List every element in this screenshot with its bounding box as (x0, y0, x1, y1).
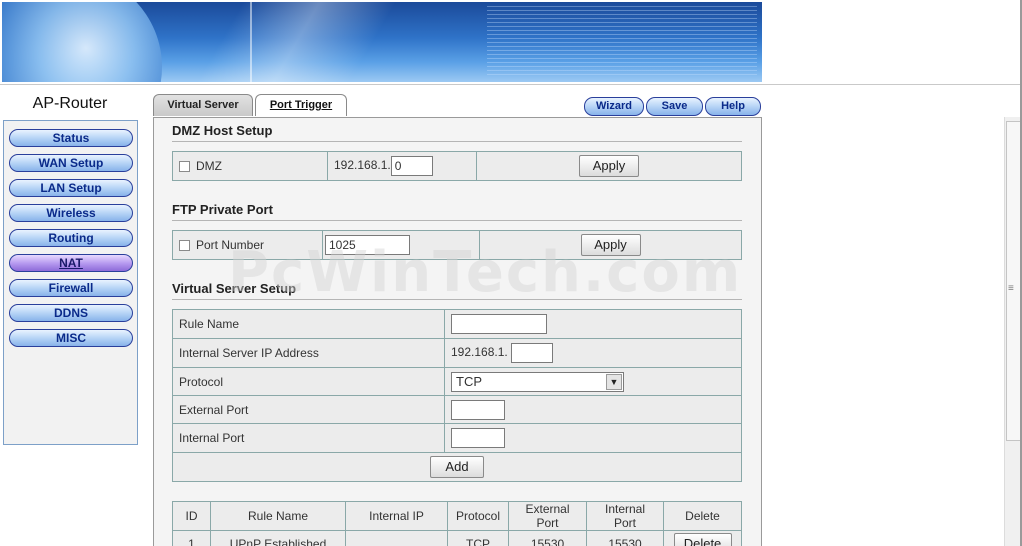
nav-ddns-button[interactable]: DDNS (9, 304, 133, 322)
vs-section-title: Virtual Server Setup (172, 281, 297, 296)
add-cell: Add (172, 452, 742, 482)
row-external-port: 15530 (508, 530, 587, 546)
col-header-protocol: Protocol (447, 501, 509, 531)
internal-ip-label: Internal Server IP Address (172, 338, 445, 368)
protocol-label: Protocol (172, 367, 445, 396)
brand-title: AP-Router (32, 95, 108, 112)
save-button[interactable]: Save (646, 97, 703, 116)
dmz-section-title: DMZ Host Setup (172, 123, 273, 138)
ftp-apply-button[interactable]: Apply (580, 234, 641, 256)
row-internal-port: 15530 (586, 530, 664, 546)
vs-section-rule (172, 299, 742, 300)
table-row: 1 UPnP Established TCP 15530 15530 Delet… (172, 530, 742, 546)
ftp-table: Port Number 1025 Apply (172, 230, 742, 260)
vs-form-table: Rule Name Internal Server IP Address 192… (172, 309, 742, 482)
external-port-cell (444, 395, 742, 424)
col-header-rule-name: Rule Name (210, 501, 346, 531)
row-internal-ip (345, 530, 448, 546)
ftp-checkbox-label: Port Number (196, 238, 265, 252)
chevron-down-icon: ▼ (606, 373, 622, 390)
rule-name-input[interactable] (451, 314, 547, 334)
nav-routing-button[interactable]: Routing (9, 229, 133, 247)
row-protocol: TCP (447, 530, 509, 546)
ftp-apply-cell: Apply (479, 230, 742, 260)
ftp-checkbox-cell: Port Number (172, 230, 323, 260)
col-header-internal-ip: Internal IP (345, 501, 448, 531)
external-port-label: External Port (172, 395, 445, 424)
scrollbar-thumb[interactable] (1006, 121, 1021, 441)
dmz-checkbox[interactable] (179, 161, 190, 173)
col-header-id: ID (172, 501, 211, 531)
row-id: 1 (172, 530, 211, 546)
banner-separator (0, 84, 1022, 85)
protocol-select-value: TCP (456, 373, 482, 389)
col-header-delete: Delete (663, 501, 742, 531)
internal-port-label: Internal Port (172, 423, 445, 453)
dmz-section-rule (172, 141, 742, 142)
dmz-ip-input[interactable]: 0 (390, 156, 433, 176)
ftp-port-input[interactable]: 1025 (325, 235, 410, 255)
internal-ip-prefix: 192.168.1. (451, 345, 508, 360)
ftp-section-rule (172, 220, 742, 221)
scrollbar-grip-icon: ≡ (1008, 283, 1014, 294)
banner-divider (250, 2, 252, 82)
col-header-internal-port: Internal Port (586, 501, 664, 531)
row-rule-name: UPnP Established (210, 530, 346, 546)
col-header-external-port: External Port (508, 501, 587, 531)
content-panel: DMZ Host Setup DMZ 192.168.1. 0 Apply FTP… (153, 117, 762, 546)
globe-graphic (2, 2, 162, 82)
protocol-cell: TCP ▼ (444, 367, 742, 396)
nav-nat-button[interactable]: NAT (9, 254, 133, 272)
rule-name-cell (444, 309, 742, 339)
dmz-checkbox-cell: DMZ (172, 151, 328, 181)
external-port-input[interactable] (451, 399, 505, 420)
protocol-select[interactable]: TCP ▼ (451, 371, 624, 392)
nav-misc-button[interactable]: MISC (9, 329, 133, 347)
row-delete-cell: Delete (663, 530, 742, 546)
internal-ip-cell: 192.168.1. (444, 338, 742, 368)
sidebar-nav: Status WAN Setup LAN Setup Wireless Rout… (3, 120, 138, 445)
nav-status-button[interactable]: Status (9, 129, 133, 147)
tab-port-trigger[interactable]: Port Trigger (255, 94, 347, 116)
banner-code-pattern (487, 6, 757, 78)
internal-port-cell (444, 423, 742, 453)
row-delete-button[interactable]: Delete (673, 532, 732, 546)
dmz-checkbox-label: DMZ (196, 159, 222, 173)
dmz-ip-prefix: 192.168.1. (334, 158, 391, 173)
internal-port-input[interactable] (451, 428, 505, 448)
dmz-apply-cell: Apply (476, 151, 742, 181)
help-button[interactable]: Help (705, 97, 761, 116)
internal-ip-input[interactable] (511, 343, 554, 363)
tab-virtual-server[interactable]: Virtual Server (153, 94, 253, 116)
header-banner (2, 2, 762, 82)
add-button[interactable]: Add (430, 456, 484, 478)
rules-table: ID Rule Name Internal IP Protocol Extern… (172, 501, 742, 546)
banner-swirl (182, 2, 442, 82)
ftp-checkbox[interactable] (179, 240, 190, 252)
nav-firewall-button[interactable]: Firewall (9, 279, 133, 297)
nav-lan-setup-button[interactable]: LAN Setup (9, 179, 133, 197)
wizard-button[interactable]: Wizard (584, 97, 644, 116)
nav-wireless-button[interactable]: Wireless (9, 204, 133, 222)
dmz-ip-cell: 192.168.1. 0 (327, 151, 477, 181)
nav-wan-setup-button[interactable]: WAN Setup (9, 154, 133, 172)
dmz-table: DMZ 192.168.1. 0 Apply (172, 151, 742, 181)
rule-name-label: Rule Name (172, 309, 445, 339)
dmz-apply-button[interactable]: Apply (579, 155, 639, 177)
ftp-port-cell: 1025 (322, 230, 480, 260)
ftp-section-title: FTP Private Port (172, 202, 273, 217)
